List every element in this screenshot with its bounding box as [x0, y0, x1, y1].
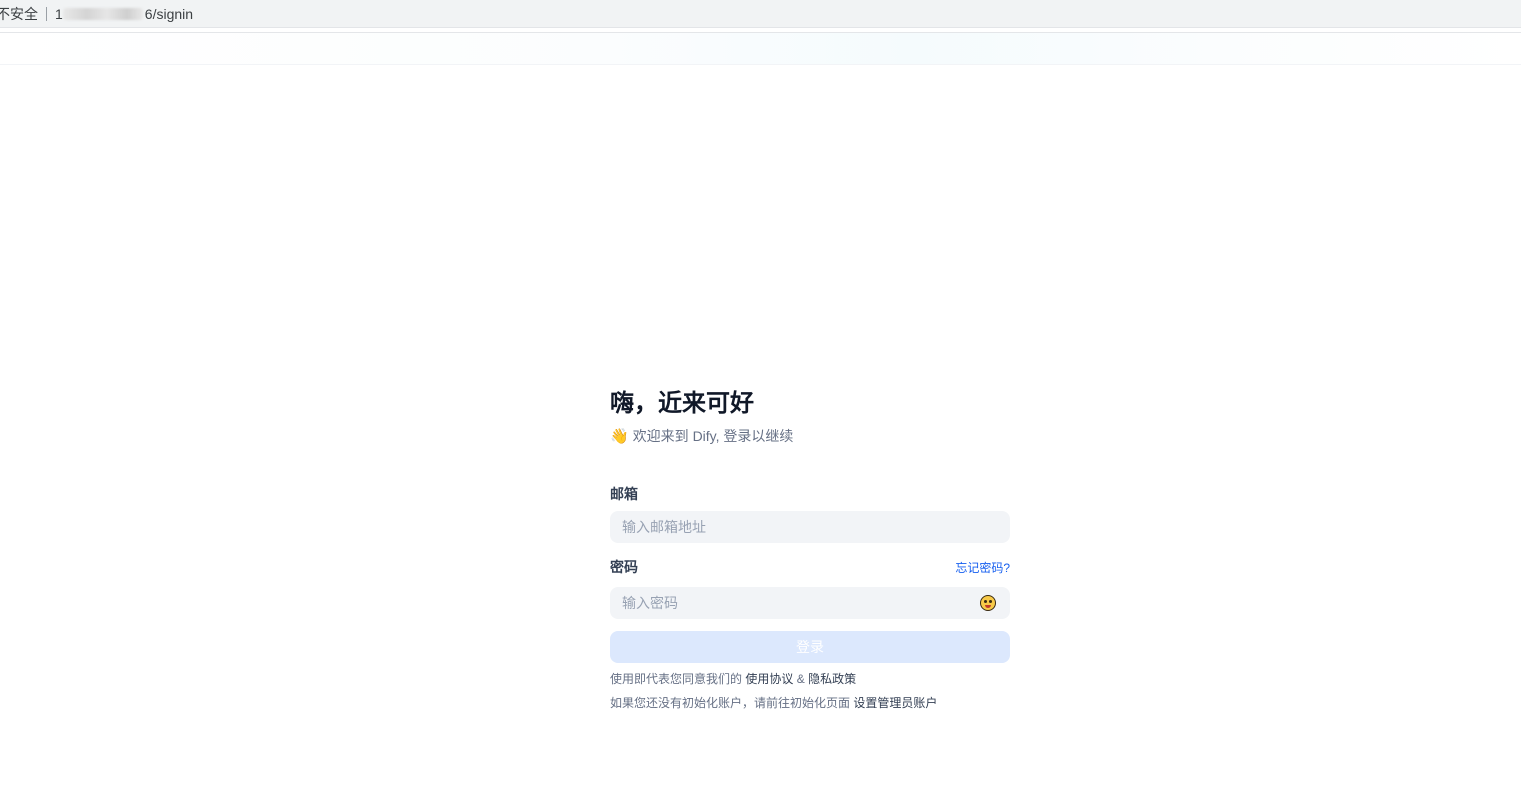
show-password-icon-mouth — [985, 605, 991, 608]
security-indicator[interactable]: 不安全 — [0, 4, 38, 24]
url-prefix: 1 — [55, 5, 63, 22]
terms-of-use-link[interactable]: 使用协议 — [745, 672, 793, 686]
password-field-wrap — [610, 587, 1010, 619]
setup-admin-link[interactable]: 设置管理员账户 — [853, 696, 937, 710]
password-input[interactable] — [610, 587, 1010, 619]
email-input[interactable] — [610, 511, 1010, 543]
welcome-subtitle: 👋 欢迎来到 Dify, 登录以继续 — [610, 426, 1010, 446]
forgot-password-link[interactable]: 忘记密码? — [955, 559, 1010, 576]
waving-hand-icon: 👋 — [610, 427, 629, 445]
signin-form: 嗨，近来可好 👋 欢迎来到 Dify, 登录以继续 邮箱 密码 忘记密码? 登录… — [610, 388, 1010, 711]
address-separator — [46, 6, 47, 21]
init-prefix: 如果您还没有初始化账户，请前往初始化页面 — [610, 696, 851, 710]
password-label-row: 密码 忘记密码? — [610, 557, 1010, 577]
email-label: 邮箱 — [610, 486, 638, 502]
init-notice: 如果您还没有初始化账户，请前往初始化页面 设置管理员账户 — [610, 695, 1010, 711]
terms-prefix: 使用即代表您同意我们的 — [610, 672, 743, 686]
password-section: 密码 忘记密码? — [610, 557, 1010, 619]
page-title: 嗨，近来可好 — [610, 390, 754, 417]
page-header-strip — [0, 33, 1521, 65]
show-password-icon[interactable] — [980, 595, 996, 611]
terms-notice: 使用即代表您同意我们的 使用协议 & 隐私政策 — [610, 671, 1010, 687]
url-redacted-block — [62, 7, 143, 20]
privacy-policy-link[interactable]: 隐私政策 — [808, 672, 856, 686]
subtitle-text: 欢迎来到 Dify, 登录以继续 — [632, 428, 794, 444]
email-section: 邮箱 — [610, 484, 1010, 543]
url-suffix: 6/signin — [144, 5, 194, 22]
browser-address-bar[interactable]: 不安全 1 6/signin — [0, 0, 1521, 28]
terms-and: & — [796, 672, 805, 686]
login-button[interactable]: 登录 — [610, 631, 1010, 663]
password-label: 密码 — [610, 559, 638, 575]
url-text[interactable]: 1 6/signin — [55, 6, 193, 22]
